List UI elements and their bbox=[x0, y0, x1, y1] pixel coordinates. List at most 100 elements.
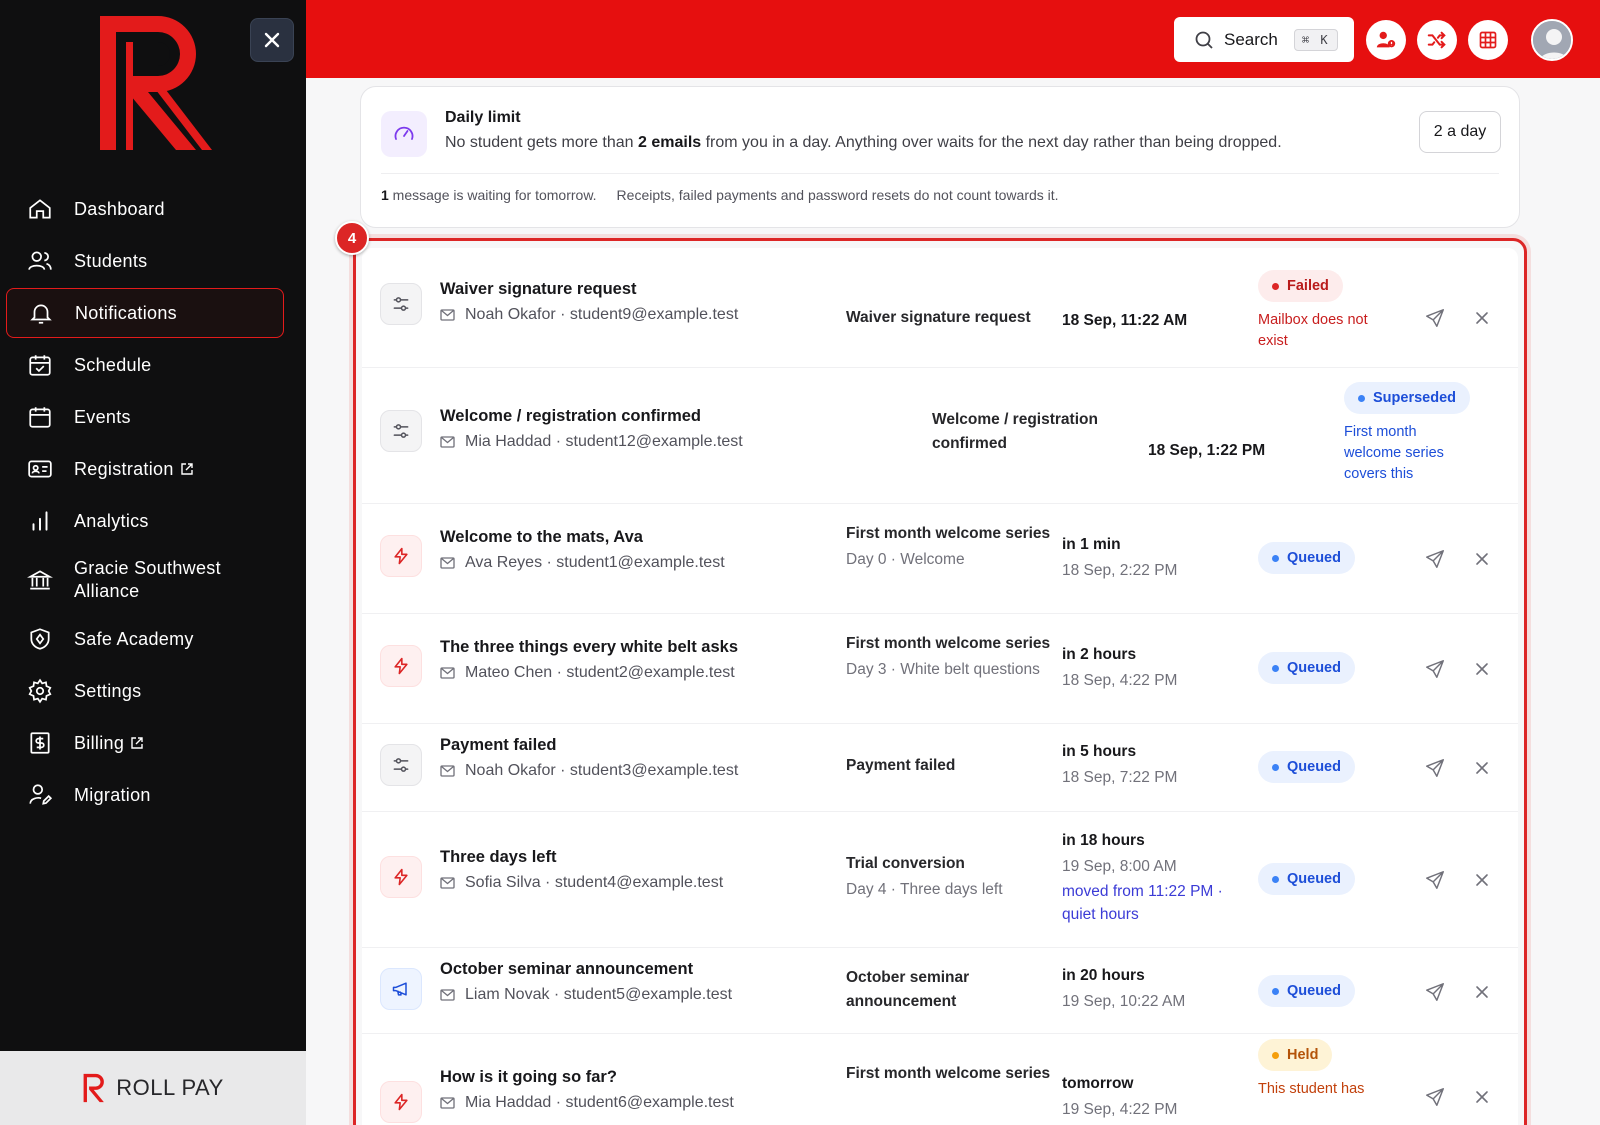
send-now-button[interactable] bbox=[1422, 656, 1448, 682]
sidebar-item-migration[interactable]: Migration bbox=[6, 770, 284, 820]
table-row[interactable]: Welcome / registration confirmed Mia Hadd… bbox=[362, 368, 1518, 504]
cancel-button[interactable] bbox=[1470, 306, 1494, 330]
calendar-check-icon bbox=[26, 351, 54, 379]
cancel-button[interactable] bbox=[1470, 980, 1494, 1004]
bar-chart-icon bbox=[26, 507, 54, 535]
send-now-button[interactable] bbox=[1422, 755, 1448, 781]
notification-recipient: Mia Haddad · student6@example.test bbox=[440, 1094, 734, 1112]
status-note: This student has bbox=[1258, 1081, 1365, 1097]
shuffle-icon bbox=[1427, 31, 1446, 49]
notification-recipient: Noah Okafor · student3@example.test bbox=[440, 762, 738, 780]
table-row[interactable]: Welcome to the mats, Ava Ava Reyes · stud… bbox=[362, 504, 1518, 614]
template-step: Day 0 · Welcome bbox=[846, 551, 965, 568]
sidebar-item-label: Registration bbox=[74, 458, 174, 479]
avatar[interactable] bbox=[1531, 19, 1573, 61]
daily-limit-title: Daily limit bbox=[445, 109, 521, 126]
bolt-icon bbox=[380, 1081, 422, 1123]
cancel-button[interactable] bbox=[1470, 868, 1494, 892]
send-icon bbox=[1426, 660, 1444, 678]
sidebar-item-students[interactable]: Students bbox=[6, 236, 284, 286]
daily-limit-select[interactable]: 2 a day bbox=[1419, 111, 1501, 153]
grid-button[interactable] bbox=[1468, 20, 1508, 60]
search-button[interactable]: Search ⌘ K bbox=[1174, 17, 1354, 62]
mail-icon bbox=[440, 989, 455, 1001]
sidebar-item-settings[interactable]: Settings bbox=[6, 666, 284, 716]
sidebar-item-events[interactable]: Events bbox=[6, 392, 284, 442]
gear-icon bbox=[26, 677, 54, 705]
status-badge: Queued bbox=[1258, 542, 1388, 574]
shield-icon bbox=[26, 625, 54, 653]
close-icon bbox=[1476, 663, 1488, 675]
notification-list: Waiver signature request Noah Okafor · st… bbox=[362, 248, 1518, 1125]
user-alert-button[interactable] bbox=[1366, 20, 1406, 60]
main-content: Daily limit No student gets more than 2 … bbox=[306, 78, 1600, 1125]
table-row[interactable]: Payment failed Noah Okafor · student3@exa… bbox=[362, 724, 1518, 812]
notification-title: How is it going so far? bbox=[440, 1068, 617, 1086]
search-label: Search bbox=[1224, 29, 1278, 49]
notification-template: October seminar announcement bbox=[846, 969, 970, 1010]
sidebar-item-schedule[interactable]: Schedule bbox=[6, 340, 284, 390]
notification-title: October seminar announcement bbox=[440, 960, 694, 978]
notification-time: 18 Sep, 11:22 AM bbox=[1062, 312, 1188, 329]
mail-icon bbox=[440, 667, 455, 679]
sidebar-item-label: Migration bbox=[74, 784, 151, 805]
table-row[interactable]: The three things every white belt asks Ma… bbox=[362, 614, 1518, 724]
sidebar-item-dashboard[interactable]: Dashboard bbox=[6, 184, 284, 234]
template-step: Day 3 · White belt questions bbox=[846, 661, 1040, 678]
sidebar-close-button[interactable] bbox=[250, 18, 294, 62]
send-now-button[interactable] bbox=[1422, 979, 1448, 1005]
table-row[interactable]: October seminar announcement Liam Novak ·… bbox=[362, 948, 1518, 1034]
cancel-button[interactable] bbox=[1470, 1085, 1494, 1109]
id-card-icon bbox=[26, 455, 54, 483]
send-now-button[interactable] bbox=[1422, 305, 1448, 331]
send-icon bbox=[1426, 759, 1444, 777]
footer-brand-text: ROLL PAY bbox=[116, 1075, 224, 1100]
send-now-button[interactable] bbox=[1422, 1084, 1448, 1110]
table-row[interactable]: How is it going so far? Mia Haddad · stud… bbox=[362, 1034, 1518, 1125]
bolt-icon bbox=[380, 535, 422, 577]
cancel-button[interactable] bbox=[1470, 756, 1494, 780]
send-now-button[interactable] bbox=[1422, 546, 1448, 572]
shuffle-button[interactable] bbox=[1417, 20, 1457, 60]
notification-template: First month welcome series Day 3 · White … bbox=[846, 632, 1056, 682]
send-icon bbox=[1426, 983, 1444, 1001]
sliders-icon bbox=[380, 744, 422, 786]
table-row[interactable]: Three days left Sofia Silva · student4@ex… bbox=[362, 812, 1518, 948]
grid-icon bbox=[1479, 31, 1497, 49]
mail-icon bbox=[440, 1097, 455, 1109]
status-badge: Queued bbox=[1258, 975, 1388, 1007]
sidebar-item-label: Settings bbox=[74, 680, 142, 701]
gauge-icon bbox=[381, 111, 427, 157]
bank-icon bbox=[26, 566, 54, 594]
mail-icon bbox=[440, 877, 455, 889]
external-link-icon bbox=[130, 736, 144, 750]
sidebar-item-registration[interactable]: Registration bbox=[6, 444, 284, 494]
sidebar-item-gracie-southwest-alliance[interactable]: Gracie Southwest Alliance bbox=[6, 548, 284, 612]
cancel-button[interactable] bbox=[1470, 547, 1494, 571]
status-note: Mailbox does not exist bbox=[1258, 312, 1368, 349]
status-badge: Held This student has bbox=[1258, 1039, 1388, 1100]
sliders-icon bbox=[380, 410, 422, 452]
sidebar-item-notifications[interactable]: Notifications bbox=[6, 288, 284, 338]
notification-recipient: Ava Reyes · student1@example.test bbox=[440, 554, 725, 572]
footer-brand: ROLL PAY bbox=[82, 1073, 224, 1103]
status-badge: Queued bbox=[1258, 751, 1388, 783]
bell-icon bbox=[27, 299, 55, 327]
status-badge: Queued bbox=[1258, 863, 1388, 895]
notification-recipient: Liam Novak · student5@example.test bbox=[440, 986, 732, 1004]
sidebar-item-safe-academy[interactable]: Safe Academy bbox=[6, 614, 284, 664]
close-icon bbox=[1476, 312, 1488, 324]
send-icon bbox=[1426, 550, 1444, 568]
status-note: First month welcome series covers this bbox=[1344, 424, 1444, 482]
sidebar-item-analytics[interactable]: Analytics bbox=[6, 496, 284, 546]
sidebar-item-billing[interactable]: Billing bbox=[6, 718, 284, 768]
notification-time: in 18 hours 19 Sep, 8:00 AM moved from 11:… bbox=[1062, 832, 1223, 923]
notification-template: Welcome / registration confirmed bbox=[932, 411, 1098, 452]
table-row[interactable]: Waiver signature request Noah Okafor · st… bbox=[362, 248, 1518, 368]
notification-title: Three days left bbox=[440, 848, 557, 866]
send-now-button[interactable] bbox=[1422, 867, 1448, 893]
divider bbox=[381, 173, 1499, 174]
close-icon bbox=[1476, 874, 1488, 886]
sidebar: Dashboard Students Notifications Schedul… bbox=[0, 0, 306, 1125]
cancel-button[interactable] bbox=[1470, 657, 1494, 681]
